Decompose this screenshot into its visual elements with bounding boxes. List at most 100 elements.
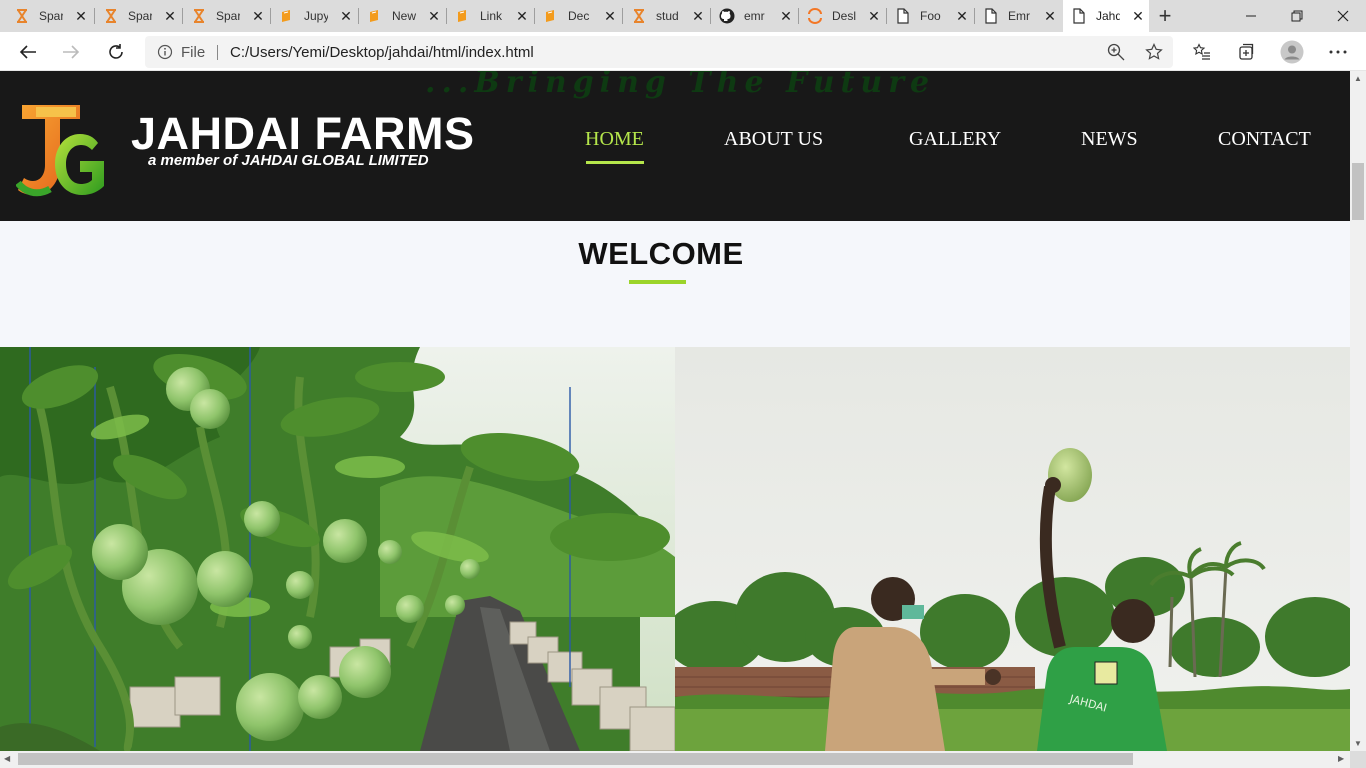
tab-title: Desl [832, 9, 856, 23]
close-window-button[interactable] [1320, 0, 1366, 32]
back-arrow-icon [19, 45, 36, 59]
tab-close-icon[interactable]: ✕ [73, 8, 89, 25]
browser-tab-active[interactable]: Jahd ✕ [1063, 0, 1149, 32]
scroll-up-arrow-icon[interactable]: ▲ [1354, 74, 1362, 83]
refresh-button[interactable] [100, 36, 132, 68]
browser-tab[interactable]: Foo ✕ [887, 0, 975, 32]
loading-icon [807, 8, 823, 24]
scroll-left-arrow-icon[interactable]: ◀ [4, 754, 10, 763]
tab-title: Dec [568, 9, 590, 23]
profile-button[interactable] [1276, 36, 1308, 68]
tab-title: Link [480, 9, 503, 23]
refresh-icon [109, 44, 123, 59]
nav-about-us[interactable]: ABOUT US [724, 128, 823, 151]
url-scheme-label: File [181, 44, 206, 61]
hourglass-icon [103, 8, 119, 24]
tab-title: Emr [1008, 9, 1030, 23]
collections-icon [1239, 43, 1254, 60]
address-bar[interactable]: File C:/Users/Yemi/Desktop/jahdai/html/i… [145, 36, 1173, 68]
browser-tab[interactable]: emr ✕ [711, 0, 799, 32]
new-tab-button[interactable]: + [1152, 0, 1178, 32]
github-icon [719, 8, 735, 24]
document-icon [1071, 8, 1087, 24]
book-icon [279, 8, 295, 24]
welcome-heading: WELCOME [578, 236, 744, 271]
tab-close-icon[interactable]: ✕ [338, 8, 354, 25]
tab-close-icon[interactable]: ✕ [954, 8, 970, 25]
watermelon-toss-photo: JAHDAI [675, 347, 1350, 751]
tab-title: Foo [920, 9, 941, 23]
browser-tab[interactable]: Jupy ✕ [271, 0, 359, 32]
back-button[interactable] [12, 36, 44, 68]
tab-close-icon[interactable]: ✕ [514, 8, 530, 25]
nav-contact[interactable]: CONTACT [1218, 128, 1311, 151]
tab-title: New [392, 9, 416, 23]
tab-title: Spar [128, 9, 152, 23]
tab-close-icon[interactable]: ✕ [602, 8, 618, 25]
browser-tab[interactable]: Dec ✕ [535, 0, 623, 32]
brand-tagline: a member of JAHDAI GLOBAL LIMITED [148, 152, 429, 169]
scrollbar-corner [1350, 751, 1366, 768]
restore-button[interactable] [1274, 0, 1320, 32]
forward-button[interactable] [55, 36, 87, 68]
scroll-right-arrow-icon[interactable]: ▶ [1338, 754, 1344, 763]
avatar-icon [1280, 40, 1304, 64]
tab-close-icon[interactable]: ✕ [162, 8, 178, 25]
page-viewport: ...Bringing The Future JAHDAI FARMS a me… [0, 71, 1350, 751]
favorites-list-icon [1193, 43, 1210, 60]
tab-close-icon[interactable]: ✕ [778, 8, 794, 25]
tab-close-icon[interactable]: ✕ [1130, 8, 1146, 25]
nav-gallery[interactable]: GALLERY [909, 128, 1001, 151]
more-dots-icon [1329, 50, 1347, 54]
browser-tab[interactable]: Spar ✕ [95, 0, 183, 32]
hourglass-icon [631, 8, 647, 24]
nav-home[interactable]: HOME [585, 128, 644, 151]
tab-title: emr [744, 9, 765, 23]
tab-title: Spar [39, 9, 63, 23]
nav-news[interactable]: NEWS [1081, 128, 1138, 151]
browser-tab[interactable]: New ✕ [359, 0, 447, 32]
scroll-down-arrow-icon[interactable]: ▼ [1354, 739, 1362, 748]
tab-title: Spar [216, 9, 240, 23]
zoom-icon[interactable] [1107, 43, 1125, 66]
document-icon [983, 8, 999, 24]
browser-tab[interactable]: Spar ✕ [183, 0, 271, 32]
tab-close-icon[interactable]: ✕ [690, 8, 706, 25]
browser-tab[interactable]: Desl ✕ [799, 0, 887, 32]
browser-toolbar: File C:/Users/Yemi/Desktop/jahdai/html/i… [0, 32, 1366, 71]
header-background-script: ...Bringing The Future [425, 71, 936, 100]
tab-title: Jahd [1096, 9, 1120, 23]
tomato-greenhouse-photo [0, 347, 675, 751]
browser-tab[interactable]: stud ✕ [623, 0, 711, 32]
book-icon [455, 8, 471, 24]
tab-close-icon[interactable]: ✕ [250, 8, 266, 25]
favorite-star-icon[interactable] [1145, 43, 1163, 66]
book-icon [543, 8, 559, 24]
url-text[interactable]: C:/Users/Yemi/Desktop/jahdai/html/index.… [230, 44, 534, 61]
hourglass-icon [191, 8, 207, 24]
tab-title: Jupy [304, 9, 328, 23]
browser-tab[interactable]: Link ✕ [447, 0, 535, 32]
browser-tab[interactable]: Emr ✕ [975, 0, 1063, 32]
settings-more-button[interactable] [1322, 36, 1354, 68]
collections-button[interactable] [1230, 36, 1262, 68]
nav-active-indicator [586, 161, 644, 164]
tab-close-icon[interactable]: ✕ [1042, 8, 1058, 25]
minimize-button[interactable] [1228, 0, 1274, 32]
tab-strip: Spar ✕ Spar ✕ Spar ✕ Jupy ✕ New ✕ Link ✕… [0, 0, 1366, 32]
site-header: ...Bringing The Future JAHDAI FARMS a me… [0, 71, 1350, 221]
browser-tab[interactable]: Spar ✕ [0, 0, 95, 32]
jahdai-logo[interactable] [15, 103, 110, 199]
document-icon [895, 8, 911, 24]
address-divider [217, 45, 218, 60]
tab-title: stud [656, 9, 679, 23]
hourglass-icon [14, 8, 30, 24]
tab-close-icon[interactable]: ✕ [426, 8, 442, 25]
book-icon [367, 8, 383, 24]
welcome-underline [629, 280, 686, 284]
info-icon[interactable] [157, 44, 173, 65]
favorites-button[interactable] [1186, 36, 1218, 68]
tab-close-icon[interactable]: ✕ [866, 8, 882, 25]
horizontal-scroll-thumb[interactable] [18, 753, 1133, 765]
vertical-scroll-thumb[interactable] [1352, 163, 1364, 220]
